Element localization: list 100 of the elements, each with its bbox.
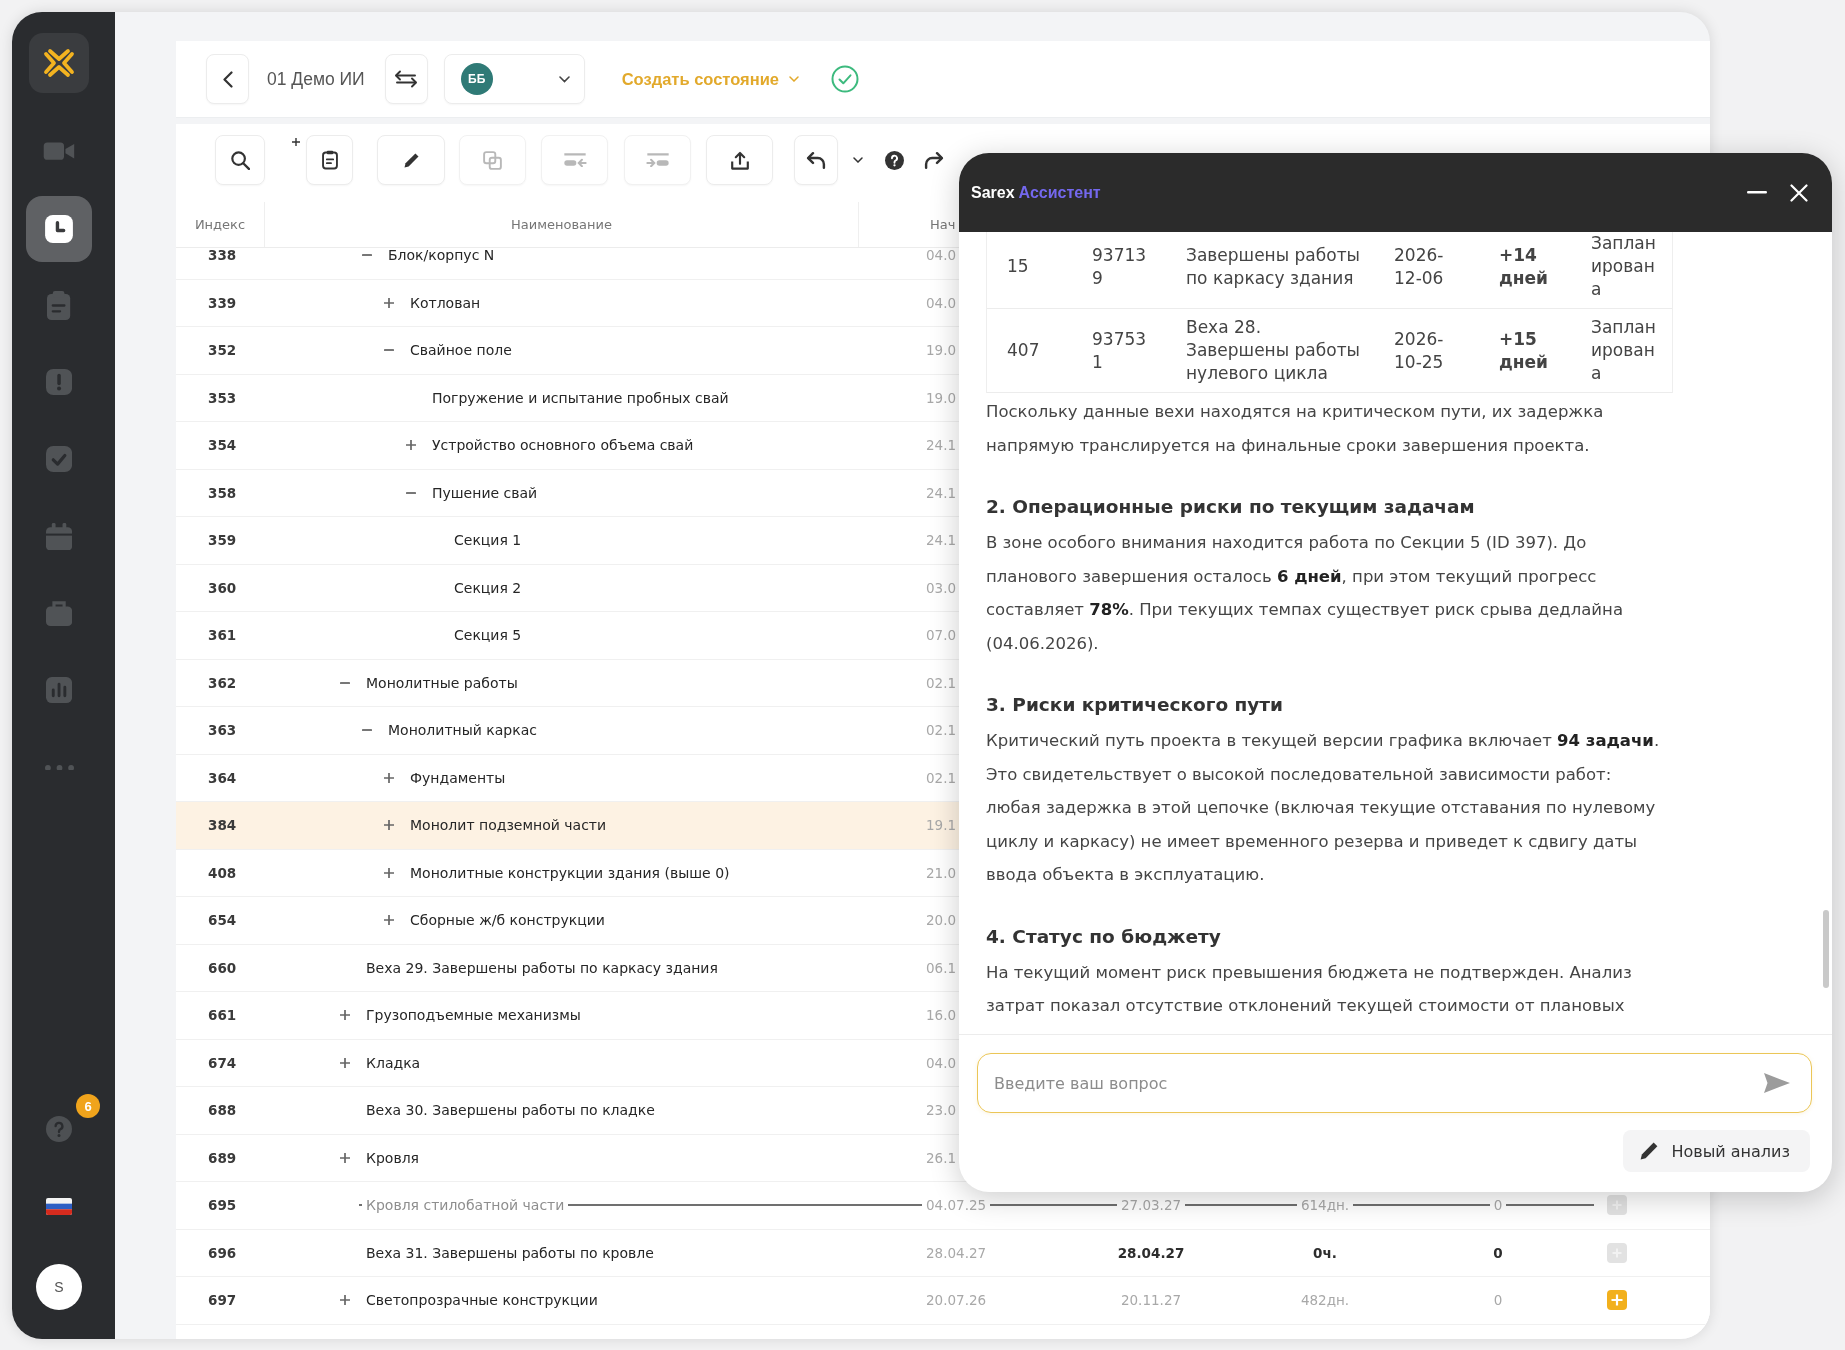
table-cell-text: 937139 xyxy=(1092,243,1148,290)
caret-icon xyxy=(853,157,863,163)
back-button[interactable] xyxy=(206,54,249,104)
task-name: Веха 31. Завершены работы по кровле xyxy=(366,1244,654,1261)
undo-icon xyxy=(806,151,826,169)
minimize-button[interactable] xyxy=(1747,191,1767,194)
caret-icon xyxy=(789,76,799,82)
table-cell-text: Запланирована xyxy=(1591,316,1657,385)
minus-icon[interactable] xyxy=(406,491,416,494)
plus-icon[interactable] xyxy=(384,867,394,878)
check-circle-icon xyxy=(831,65,859,93)
plus-icon[interactable] xyxy=(340,1057,350,1068)
message-paragraph: Поскольку данные вехи находятся на критическом пути, их задержка напрямую транслируется на финальные сроки завершения проекта. xyxy=(986,401,1605,457)
row-index: 654 xyxy=(208,912,237,929)
plus-icon[interactable] xyxy=(384,772,394,783)
search-button[interactable] xyxy=(215,135,265,185)
dots-icon[interactable] xyxy=(44,764,74,771)
plus-icon[interactable] xyxy=(384,820,394,831)
message-paragraph: Критический путь проекта в текущей версии графика включает 94 задачи. Это свидетельствует о высокой последовательной зависимости работ: любая задержка в этой цепочке (включая текущие отставания по нулевому циклу и каркасу) не имеет временного резерва и приведет к сдвигу даты ввода объекта в эксплуатацию. xyxy=(986,730,1661,886)
clipboard-button[interactable] xyxy=(306,135,353,185)
table-cell: 24.1 xyxy=(926,437,957,454)
table-cell: 20.11.27 xyxy=(1120,1292,1182,1309)
task-name: Кладка xyxy=(366,1054,421,1071)
send-icon[interactable] xyxy=(1763,1072,1791,1094)
user-avatar[interactable]: S xyxy=(36,1264,82,1310)
row-index: 695 xyxy=(208,1197,237,1214)
plus-icon[interactable] xyxy=(406,440,416,451)
column-header[interactable]: Индекс xyxy=(194,217,246,232)
table-cell: 21.0 xyxy=(926,864,957,881)
check-icon[interactable] xyxy=(45,446,73,473)
row-index: 339 xyxy=(208,294,237,311)
table-cell: 06.1 xyxy=(926,959,957,976)
minus-icon[interactable] xyxy=(384,349,394,352)
table-cell: 20.0 xyxy=(926,912,957,929)
plus-icon[interactable] xyxy=(384,297,394,308)
row-index: 697 xyxy=(208,1292,237,1309)
column-header[interactable]: Нач xyxy=(930,217,956,232)
clock-icon[interactable] xyxy=(26,195,92,262)
swap-button[interactable] xyxy=(384,54,428,104)
table-cell: 26.1 xyxy=(926,1149,957,1166)
task-name: Монолитный каркас xyxy=(388,722,537,739)
table-cell: 0 xyxy=(1493,1244,1503,1261)
help-icon xyxy=(884,150,904,170)
row-index: 408 xyxy=(208,864,237,881)
user-dropdown[interactable]: ББ xyxy=(443,54,585,104)
task-name: Фундаменты xyxy=(410,769,506,786)
edit-button[interactable] xyxy=(377,135,445,185)
table-cell: 0 xyxy=(1493,1292,1503,1309)
logo-icon[interactable] xyxy=(29,33,89,93)
table-cell: 28.04.27 xyxy=(926,1244,987,1261)
minus-icon[interactable] xyxy=(362,729,372,732)
row-index: 363 xyxy=(208,722,237,739)
task-name: Секция 5 xyxy=(454,627,522,644)
table-cell-text: 2026-10-25 xyxy=(1394,327,1445,374)
message-paragraph: На текущий момент риск превышения бюджета не подтвержден. Анализ затрат показал отсутствие отклонений текущей стоимости от плановых xyxy=(986,961,1633,1017)
new-analysis-button[interactable]: Новый анализ xyxy=(1623,1130,1810,1172)
chevron-left-icon xyxy=(222,70,233,88)
flag-icon[interactable] xyxy=(46,1198,72,1215)
plus-icon[interactable] xyxy=(340,1010,350,1021)
notification-badge: 6 xyxy=(76,1094,100,1118)
search-icon xyxy=(230,150,250,170)
task-name: Веха 29. Завершены работы по каркасу здания xyxy=(366,959,718,976)
table-cell: 28.04.27 xyxy=(1117,1244,1185,1261)
row-index: 674 xyxy=(208,1054,237,1071)
scrollbar-thumb[interactable] xyxy=(1823,910,1829,988)
row-index: 338 xyxy=(208,248,237,264)
table-cell: 20.07.26 xyxy=(926,1292,987,1309)
table-cell: 04.0 xyxy=(926,1054,957,1071)
table-cell: 02.1 xyxy=(926,769,957,786)
minus-icon[interactable] xyxy=(340,681,350,684)
table-cell: 03.0 xyxy=(926,579,957,596)
row-index: 689 xyxy=(208,1149,237,1166)
export-button[interactable] xyxy=(706,135,773,185)
row-index: 361 xyxy=(208,627,237,644)
table-cell: 614дн. xyxy=(1296,1197,1354,1214)
plus-icon[interactable] xyxy=(384,915,394,926)
table-cell: 15 xyxy=(1007,255,1029,278)
task-name: Кровля xyxy=(366,1149,419,1166)
user-avatar: ББ xyxy=(460,63,493,95)
row-index: 352 xyxy=(208,342,237,359)
column-header[interactable]: Наименование xyxy=(511,217,612,232)
task-name: Секция 2 xyxy=(454,579,522,596)
table-cell-text: 2026-12-06 xyxy=(1394,243,1445,290)
row-index: 353 xyxy=(208,389,237,406)
question-input[interactable]: Введите ваш вопрос xyxy=(977,1053,1812,1113)
task-name: Веха 30. Завершены работы по кладке xyxy=(366,1102,655,1119)
table-cell: 19.0 xyxy=(926,342,957,359)
clipboard-icon[interactable] xyxy=(47,291,71,320)
plus-icon[interactable] xyxy=(340,1295,350,1306)
table-cell: 02.1 xyxy=(926,722,957,739)
pencil-icon xyxy=(1640,1142,1659,1160)
plus-icon[interactable] xyxy=(340,1152,350,1163)
table-cell-text: +14 дней xyxy=(1499,243,1549,290)
minus-icon[interactable] xyxy=(362,254,372,257)
undo-button[interactable] xyxy=(794,135,838,185)
table-cell-text: Запланирована xyxy=(1591,232,1657,301)
arrows-icon xyxy=(394,70,419,88)
close-button[interactable] xyxy=(1790,183,1808,202)
section-heading: 4. Статус по бюджету xyxy=(986,924,1222,949)
close-icon xyxy=(1790,183,1808,202)
